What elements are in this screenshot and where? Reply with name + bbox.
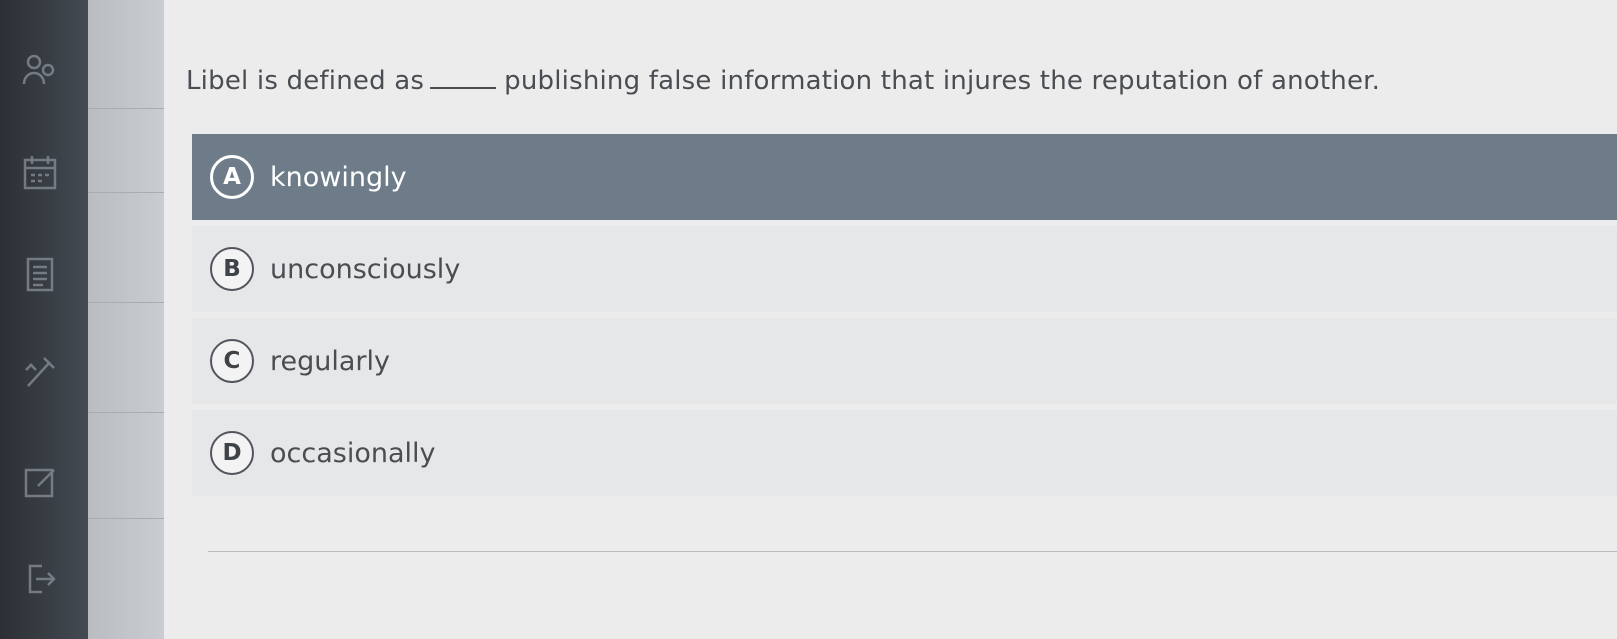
- option-letter-badge: A: [210, 155, 254, 199]
- tools-icon[interactable]: [20, 352, 60, 392]
- people-icon[interactable]: [20, 50, 60, 90]
- option-letter-badge: D: [210, 431, 254, 475]
- section-divider: [208, 551, 1617, 552]
- gutter-divider: [88, 412, 164, 413]
- gutter: [88, 0, 164, 639]
- gutter-divider: [88, 302, 164, 303]
- question-text-after-blank: publishing false information that injure…: [504, 66, 1381, 96]
- option-label: occasionally: [270, 437, 436, 469]
- question-panel: Libel is defined as publishing false info…: [164, 0, 1617, 639]
- answer-blank: [430, 87, 497, 89]
- question-text-before-blank: Libel is defined as: [186, 66, 425, 96]
- question-text: Libel is defined as publishing false info…: [186, 66, 1380, 96]
- option-d[interactable]: D occasionally: [192, 410, 1617, 496]
- option-letter-badge: C: [210, 339, 254, 383]
- option-letter-badge: B: [210, 247, 254, 291]
- calendar-icon[interactable]: [20, 152, 60, 192]
- option-label: knowingly: [270, 161, 407, 193]
- logout-icon[interactable]: [20, 558, 60, 598]
- left-nav-rail: [0, 0, 88, 639]
- quiz-screen: Libel is defined as publishing false info…: [0, 0, 1617, 639]
- gutter-divider: [88, 518, 164, 519]
- gutter-divider: [88, 108, 164, 109]
- gutter-divider: [88, 192, 164, 193]
- option-b[interactable]: B unconsciously: [192, 226, 1617, 312]
- option-c[interactable]: C regularly: [192, 318, 1617, 404]
- edit-icon[interactable]: [20, 462, 60, 502]
- option-label: regularly: [270, 345, 390, 377]
- option-label: unconsciously: [270, 253, 461, 285]
- option-a[interactable]: A knowingly: [192, 134, 1617, 220]
- document-list-icon[interactable]: [20, 254, 60, 294]
